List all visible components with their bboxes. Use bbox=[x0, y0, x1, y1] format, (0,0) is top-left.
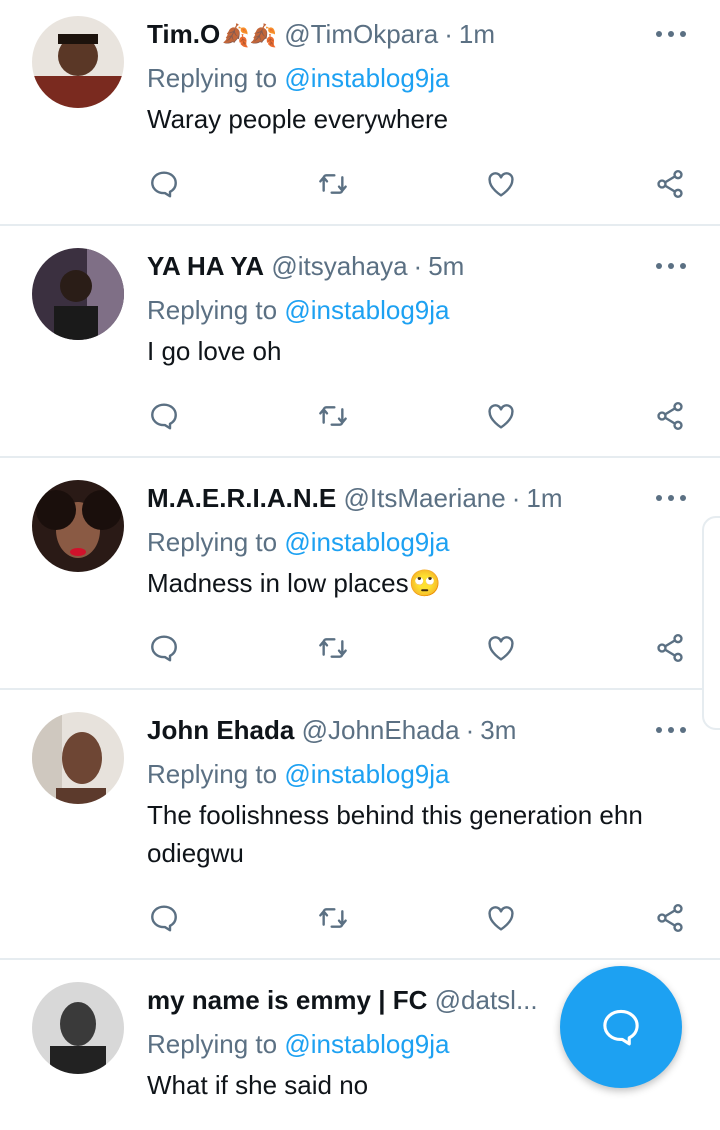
replying-prefix: Replying to bbox=[147, 1029, 278, 1059]
more-icon[interactable] bbox=[656, 720, 686, 740]
avatar[interactable] bbox=[32, 712, 124, 804]
mention-link[interactable]: @instablog9ja bbox=[284, 63, 449, 93]
tweet-text: Madness in low places🙄 bbox=[147, 564, 692, 602]
display-name[interactable]: M.A.E.R.I.A.N.E bbox=[147, 483, 336, 513]
replying-prefix: Replying to bbox=[147, 759, 278, 789]
tweet-text-content: What if she said no bbox=[147, 1070, 369, 1100]
share-icon[interactable] bbox=[650, 164, 690, 204]
mention-link[interactable]: @instablog9ja bbox=[284, 759, 449, 789]
display-name[interactable]: John Ehada bbox=[147, 715, 294, 745]
display-name[interactable]: YA HA YA bbox=[147, 251, 264, 281]
comment-icon[interactable] bbox=[144, 164, 184, 204]
tweet-text-content: Waray people everywhere bbox=[147, 104, 449, 134]
eye-roll-emoji: 🙄 bbox=[408, 568, 441, 598]
tweet-text-content: The foolishness behind this generation e… bbox=[147, 800, 643, 868]
comment-icon[interactable] bbox=[144, 898, 184, 938]
compose-reply-icon bbox=[603, 1009, 639, 1046]
more-icon[interactable] bbox=[656, 256, 686, 276]
mention-link[interactable]: @instablog9ja bbox=[284, 1029, 449, 1059]
display-name[interactable]: Tim.O bbox=[147, 19, 220, 49]
comment-icon[interactable] bbox=[144, 396, 184, 436]
tweet[interactable]: YA HA YA @itsyahaya · 5m Replying to @inst… bbox=[0, 232, 720, 458]
avatar[interactable] bbox=[32, 16, 124, 108]
timestamp[interactable]: 1m bbox=[526, 483, 562, 513]
replying-to: Replying to @instablog9ja bbox=[147, 754, 449, 794]
tweet-text: The foolishness behind this generation e… bbox=[147, 796, 692, 872]
tweet-text-content: Madness in low places bbox=[147, 568, 409, 598]
name-emoji: 🍂🍂 bbox=[222, 23, 277, 48]
replying-to: Replying to @instablog9ja bbox=[147, 290, 449, 330]
heart-icon[interactable] bbox=[481, 164, 521, 204]
scroll-handle[interactable] bbox=[702, 516, 720, 730]
more-icon[interactable] bbox=[656, 24, 686, 44]
avatar[interactable] bbox=[32, 982, 124, 1074]
tweet-text: I go love oh bbox=[147, 332, 692, 370]
tweet[interactable]: Tim.O🍂🍂 @TimOkpara · 1m Replying to @insta… bbox=[0, 0, 720, 226]
tweet-text: Waray people everywhere bbox=[147, 100, 692, 138]
retweet-icon[interactable] bbox=[313, 628, 353, 668]
share-icon[interactable] bbox=[650, 898, 690, 938]
retweet-icon[interactable] bbox=[313, 898, 353, 938]
retweet-icon[interactable] bbox=[313, 396, 353, 436]
share-icon[interactable] bbox=[650, 396, 690, 436]
heart-icon[interactable] bbox=[481, 628, 521, 668]
user-handle[interactable]: @ItsMaeriane bbox=[343, 483, 505, 513]
replying-prefix: Replying to bbox=[147, 527, 278, 557]
separator-dot: · bbox=[465, 715, 475, 745]
user-handle[interactable]: @datsl... bbox=[435, 985, 538, 1015]
share-icon[interactable] bbox=[650, 628, 690, 668]
separator-dot: · bbox=[413, 251, 423, 281]
comment-icon[interactable] bbox=[144, 628, 184, 668]
tweet[interactable]: M.A.E.R.I.A.N.E @ItsMaeriane · 1m Replying… bbox=[0, 464, 720, 690]
mention-link[interactable]: @instablog9ja bbox=[284, 527, 449, 557]
user-handle[interactable]: @TimOkpara bbox=[284, 19, 438, 49]
retweet-icon[interactable] bbox=[313, 164, 353, 204]
heart-icon[interactable] bbox=[481, 898, 521, 938]
heart-icon[interactable] bbox=[481, 396, 521, 436]
separator-dot: · bbox=[511, 483, 521, 513]
timestamp[interactable]: 3m bbox=[480, 715, 516, 745]
timestamp[interactable]: 1m bbox=[459, 19, 495, 49]
timestamp[interactable]: 5m bbox=[428, 251, 464, 281]
mention-link[interactable]: @instablog9ja bbox=[284, 295, 449, 325]
tweet-text-content: I go love oh bbox=[147, 336, 282, 366]
replying-to: Replying to @instablog9ja bbox=[147, 522, 449, 562]
tweet[interactable]: John Ehada @JohnEhada · 3m Replying to @in… bbox=[0, 696, 720, 960]
separator-dot: · bbox=[444, 19, 453, 49]
avatar[interactable] bbox=[32, 480, 124, 572]
compose-reply-button[interactable] bbox=[560, 966, 682, 1088]
display-name[interactable]: my name is emmy | FC bbox=[147, 985, 427, 1015]
more-icon[interactable] bbox=[656, 488, 686, 508]
avatar[interactable] bbox=[32, 248, 124, 340]
replying-prefix: Replying to bbox=[147, 295, 278, 325]
replying-to: Replying to @instablog9ja bbox=[147, 58, 449, 98]
user-handle[interactable]: @JohnEhada bbox=[302, 715, 460, 745]
replying-prefix: Replying to bbox=[147, 63, 278, 93]
user-handle[interactable]: @itsyahaya bbox=[271, 251, 407, 281]
replying-to: Replying to @instablog9ja bbox=[147, 1024, 449, 1064]
